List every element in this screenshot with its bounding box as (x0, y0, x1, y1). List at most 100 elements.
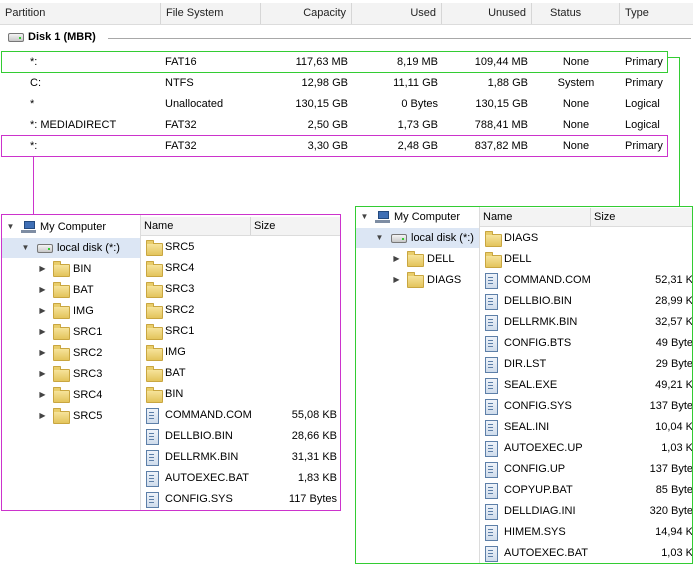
collapse-arrow-icon[interactable]: ▼ (375, 233, 384, 242)
folder-icon (53, 303, 70, 319)
tree-label: SRC4 (73, 389, 103, 401)
expand-arrow-icon[interactable]: ▶ (38, 306, 47, 315)
tree-label: BIN (73, 263, 92, 275)
tree-item-src1[interactable]: ▶ SRC1 (2, 322, 140, 342)
right-explorer-panel: ▼ My Computer ▼ local disk (*:) ▶ DELL ▶ DI… (355, 206, 693, 564)
list-item[interactable]: DELL (480, 249, 692, 270)
expand-arrow-icon[interactable]: ▶ (392, 254, 401, 263)
tree-item-my-computer[interactable]: ▼ My Computer (356, 207, 479, 227)
file-name: DELLRMK.BIN (504, 316, 578, 328)
cell-status: None (562, 119, 590, 131)
column-header-file-system[interactable]: File System (161, 3, 261, 24)
list-item[interactable]: BIN (141, 384, 340, 405)
file-icon (485, 546, 498, 562)
list-item[interactable]: DELLBIO.BIN 28,99 K (480, 291, 692, 312)
list-item[interactable]: CONFIG.BTS 49 Byte (480, 333, 692, 354)
file-size: 49,21 K (655, 379, 692, 391)
list-item[interactable]: COMMAND.COM 52,31 K (480, 270, 692, 291)
tree-item-dell[interactable]: ▶ DELL (356, 249, 479, 269)
column-header-partition[interactable]: Partition (0, 3, 161, 24)
tree-item-local-disk[interactable]: ▼ local disk (*:) (356, 228, 479, 248)
list-item[interactable]: SRC3 (141, 279, 340, 300)
list-item[interactable]: COMMAND.COM 55,08 KB (141, 405, 340, 426)
list-item[interactable]: SRC2 (141, 300, 340, 321)
tree-item-img[interactable]: ▶ IMG (2, 301, 140, 321)
column-header-capacity[interactable]: Capacity (261, 3, 352, 24)
column-header-unused[interactable]: Unused (442, 3, 532, 24)
file-name: CONFIG.UP (504, 463, 566, 475)
file-name: DELLBIO.BIN (504, 295, 572, 307)
partition-row[interactable]: * Unallocated 130,15 GB 0 Bytes 130,15 GB Non… (0, 94, 693, 115)
expand-arrow-icon[interactable]: ▶ (38, 327, 47, 336)
list-item[interactable]: DIR.LST 29 Byte (480, 354, 692, 375)
tree-item-src5[interactable]: ▶ SRC5 (2, 406, 140, 426)
tree-item-src4[interactable]: ▶ SRC4 (2, 385, 140, 405)
file-size: 137 Byte (649, 400, 692, 412)
list-item[interactable]: AUTOEXEC.BAT 1,83 KB (141, 468, 340, 489)
cell-type: Primary (625, 77, 663, 89)
column-header-type[interactable]: Type (620, 3, 693, 24)
file-name: CONFIG.BTS (504, 337, 572, 349)
expand-arrow-icon[interactable]: ▶ (38, 411, 47, 420)
cell-unused: 1,88 GB (487, 77, 528, 89)
expand-arrow-icon[interactable]: ▶ (38, 264, 47, 273)
list-item[interactable]: DELLRMK.BIN 32,57 K (480, 312, 692, 333)
expand-arrow-icon[interactable]: ▶ (392, 275, 401, 284)
list-item[interactable]: CONFIG.UP 137 Byte (480, 459, 692, 480)
column-header-used[interactable]: Used (352, 3, 442, 24)
list-item[interactable]: BAT (141, 363, 340, 384)
tree-item-bat[interactable]: ▶ BAT (2, 280, 140, 300)
list-item[interactable]: SRC1 (141, 321, 340, 342)
cell-partition: * (30, 98, 35, 110)
list-item[interactable]: HIMEM.SYS 14,94 K (480, 522, 692, 543)
list-item[interactable]: SEAL.INI 10,04 K (480, 417, 692, 438)
cell-used: 1,73 GB (397, 119, 438, 131)
list-item[interactable]: CONFIG.SYS 117 Bytes (141, 489, 340, 510)
file-name: DELL (504, 253, 532, 265)
list-item[interactable]: COPYUP.BAT 85 Byte (480, 480, 692, 501)
expand-arrow-icon[interactable]: ▶ (38, 390, 47, 399)
column-header-status[interactable]: Status (532, 3, 620, 24)
list-item[interactable]: AUTOEXEC.BAT 1,03 K (480, 543, 692, 563)
file-size: 49 Byte (655, 337, 692, 349)
list-item[interactable]: DELLBIO.BIN 28,66 KB (141, 426, 340, 447)
column-header-size[interactable]: Size (591, 208, 692, 226)
expand-arrow-icon[interactable]: ▶ (38, 285, 47, 294)
list-item[interactable]: SRC4 (141, 258, 340, 279)
list-item[interactable]: DELLRMK.BIN 31,31 KB (141, 447, 340, 468)
collapse-arrow-icon[interactable]: ▼ (360, 212, 369, 221)
column-header-name[interactable]: Name (141, 217, 251, 235)
list-item[interactable]: DIAGS (480, 228, 692, 249)
file-icon (146, 471, 159, 487)
collapse-arrow-icon[interactable]: ▼ (21, 243, 30, 252)
tree-item-bin[interactable]: ▶ BIN (2, 259, 140, 279)
tree-item-src2[interactable]: ▶ SRC2 (2, 343, 140, 363)
connector-green-vertical (679, 57, 680, 215)
tree-label: IMG (73, 305, 94, 317)
tree-label: BAT (73, 284, 94, 296)
disk-group-row[interactable]: Disk 1 (MBR) (0, 27, 693, 49)
file-name: SEAL.INI (504, 421, 550, 433)
column-header-name[interactable]: Name (480, 208, 591, 226)
file-name: SRC2 (165, 304, 195, 316)
expand-arrow-icon[interactable]: ▶ (38, 348, 47, 357)
file-size: 85 Byte (655, 484, 692, 496)
tree-item-src3[interactable]: ▶ SRC3 (2, 364, 140, 384)
tree-item-my-computer[interactable]: ▼ My Computer (2, 217, 140, 237)
tree-item-local-disk[interactable]: ▼ local disk (*:) (2, 238, 140, 258)
list-item[interactable]: DELLDIAG.INI 320 Byte (480, 501, 692, 522)
list-item[interactable]: AUTOEXEC.UP 1,03 K (480, 438, 692, 459)
partition-row[interactable]: C: NTFS 12,98 GB 11,11 GB 1,88 GB System Prima… (0, 73, 693, 94)
list-item[interactable]: SRC5 (141, 237, 340, 258)
tree-item-diags[interactable]: ▶ DIAGS (356, 270, 479, 290)
partition-row[interactable]: *: MEDIADIRECT FAT32 2,50 GB 1,73 GB 788,41 … (0, 115, 693, 136)
list-item[interactable]: IMG (141, 342, 340, 363)
list-item[interactable]: CONFIG.SYS 137 Byte (480, 396, 692, 417)
expand-arrow-icon[interactable]: ▶ (38, 369, 47, 378)
file-name: SRC1 (165, 325, 195, 337)
column-header-size[interactable]: Size (251, 217, 340, 235)
folder-icon (485, 252, 502, 268)
file-name: IMG (165, 346, 186, 358)
list-item[interactable]: SEAL.EXE 49,21 K (480, 375, 692, 396)
collapse-arrow-icon[interactable]: ▼ (6, 222, 15, 231)
